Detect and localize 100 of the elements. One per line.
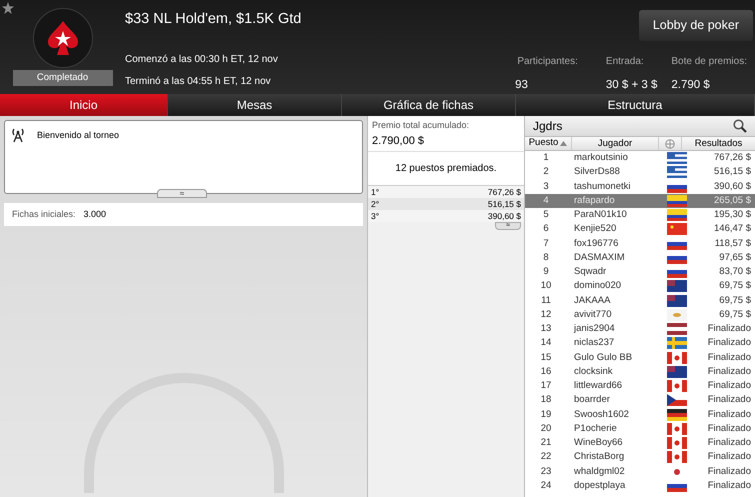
place-cell-text: 24 <box>540 478 552 493</box>
player-name: clocksink <box>573 364 614 379</box>
player-row[interactable]: 22 ChristaBorg Finalizado <box>525 450 755 464</box>
player-name: JAKAAA <box>573 294 612 308</box>
result-cell-text: Finalizado <box>706 450 752 464</box>
place-cell-text: 18 <box>540 393 552 408</box>
result-cell-text: 97,65 $ <box>718 250 752 265</box>
player-name: ChristaBorg <box>573 450 626 464</box>
globe-icon <box>665 138 675 148</box>
player-row[interactable]: 4 rafapardo 265,05 $ <box>525 194 755 208</box>
tab[interactable]: Mesas <box>168 94 342 116</box>
player-row[interactable]: 20 P1ocherie Finalizado <box>525 422 755 436</box>
column-header[interactable]: Jugador <box>572 137 659 150</box>
player-row[interactable]: 18 boarrder Finalizado <box>525 393 755 408</box>
place-cell-text: 16 <box>540 364 552 379</box>
player-row[interactable]: 11 JAKAAA 69,75 $ <box>525 294 755 308</box>
search-icon[interactable] <box>733 119 747 133</box>
place-cell-text: 12 <box>540 308 552 322</box>
result-cell-text: 83,70 $ <box>718 265 752 279</box>
player-row[interactable]: 17 littleward66 Finalizado <box>525 379 755 394</box>
place-cell-text: 23 <box>540 464 552 478</box>
player-row[interactable]: 13 janis2904 Finalizado <box>525 322 755 336</box>
place-cell-text: 1 <box>542 151 550 165</box>
stat-value: 30 $ + 3 $ <box>606 78 658 93</box>
player-name: DASMAXIM <box>573 250 626 265</box>
stat-value: 93 <box>515 78 528 93</box>
player-name: ParaN01k10 <box>573 208 628 222</box>
player-name: SilverDs88 <box>573 165 621 180</box>
player-name: fox196776 <box>573 236 620 250</box>
stat-label: Participantes: <box>517 54 578 69</box>
tab[interactable]: Inicio <box>0 94 168 116</box>
place-cell-text: 19 <box>540 408 552 422</box>
column-header[interactable]: Resultados <box>682 137 755 150</box>
stat-value: 2.790 $ <box>671 78 710 93</box>
player-row[interactable]: 16 clocksink Finalizado <box>525 364 755 379</box>
player-name: whaldgml02 <box>573 464 626 478</box>
prize-total-value: 2.790,00 $ <box>372 134 425 148</box>
player-row[interactable]: 1 markoutsinio 767,26 $ <box>525 151 755 166</box>
player-row[interactable]: 10 domino020 69,75 $ <box>525 279 755 294</box>
result-cell-text: Finalizado <box>706 464 752 478</box>
flag-icon <box>667 394 687 406</box>
player-row[interactable]: 21 WineBoy66 Finalizado <box>525 436 755 450</box>
flag-icon <box>667 223 687 236</box>
prize-place: 3° <box>371 210 380 222</box>
start-time: Comenzó a las 00:30 h ET, 12 nov <box>125 53 278 67</box>
player-row[interactable]: 2 SilverDs88 516,15 $ <box>525 165 755 180</box>
player-row[interactable]: 15 Gulo Gulo BB Finalizado <box>525 350 755 365</box>
starting-chips-value: 3.000 <box>84 208 106 221</box>
prize-amount: 767,26 $ <box>488 186 521 198</box>
result-cell-text: 69,75 $ <box>718 308 752 322</box>
player-row[interactable]: 3 tashumonetki 390,60 $ <box>525 180 755 194</box>
tab[interactable]: Gráfica de fichas <box>342 94 516 116</box>
player-name: janis2904 <box>572 322 616 336</box>
player-name: rafapardo <box>573 194 616 208</box>
place-cell-text: 9 <box>542 265 550 279</box>
lobby-button[interactable]: Lobby de poker <box>638 10 753 41</box>
flag-icon <box>667 352 687 364</box>
result-cell-text: Finalizado <box>706 478 752 493</box>
player-row[interactable]: 8 DASMAXIM 97,65 $ <box>525 250 755 265</box>
antenna-icon <box>11 127 25 143</box>
result-cell-text: 390,60 $ <box>713 180 752 194</box>
result-cell-text: 118,57 $ <box>714 236 752 250</box>
result-cell-text: 767,26 $ <box>713 151 752 165</box>
player-name: Gulo Gulo BB <box>573 350 634 364</box>
player-row[interactable]: 7 fox196776 118,57 $ <box>525 236 755 251</box>
player-row[interactable]: 12 avivit770 69,75 $ <box>525 308 755 322</box>
place-cell-text: 5 <box>542 208 550 222</box>
place-cell-text: 22 <box>540 450 552 464</box>
result-cell-text: Finalizado <box>706 364 752 379</box>
flag-icon <box>667 337 687 350</box>
player-row[interactable]: 24 dopestplaya Finalizado <box>525 478 755 493</box>
sort-arrow-icon <box>560 141 568 146</box>
end-time: Terminó a las 04:55 h ET, 12 nov <box>125 75 272 89</box>
player-row[interactable]: 23 whaldgml02 Finalizado <box>525 464 755 479</box>
place-cell-text: 2 <box>542 165 550 180</box>
flag-icon <box>667 437 687 450</box>
player-name: P1ocherie <box>573 422 618 436</box>
player-name: Swoosh1602 <box>573 408 630 422</box>
flag-icon <box>667 380 687 392</box>
player-name: boarrder <box>573 393 611 408</box>
player-row[interactable]: 9 Sqwadr 83,70 $ <box>525 265 755 280</box>
player-row[interactable]: 5 ParaN01k10 195,30 $ <box>525 208 755 222</box>
place-cell-text: 6 <box>542 222 550 236</box>
player-name: niclas237 <box>573 336 616 350</box>
result-cell-text: Finalizado <box>706 393 752 408</box>
player-row[interactable]: 19 Swoosh1602 Finalizado <box>525 408 755 422</box>
star-icon <box>2 2 14 14</box>
tournament-title: $33 NL Hold'em, $1.5K Gtd <box>125 10 302 30</box>
prize-total-label: Premio total acumulado: <box>372 119 470 132</box>
column-header[interactable]: Puesto <box>525 137 572 150</box>
player-row[interactable]: 6 Kenjie520 146,47 $ <box>525 222 755 236</box>
flag-icon <box>667 308 687 321</box>
flag-icon <box>667 408 687 421</box>
tab[interactable]: Estructura <box>516 94 755 116</box>
player-row[interactable]: 14 niclas237 Finalizado <box>525 336 755 350</box>
stat-label: Bote de premios: <box>671 54 747 69</box>
flag-icon <box>667 422 687 435</box>
result-cell-text: 69,75 $ <box>718 294 752 308</box>
collapse-button[interactable]: ≈ <box>157 189 207 198</box>
place-cell-text: 21 <box>540 436 552 450</box>
